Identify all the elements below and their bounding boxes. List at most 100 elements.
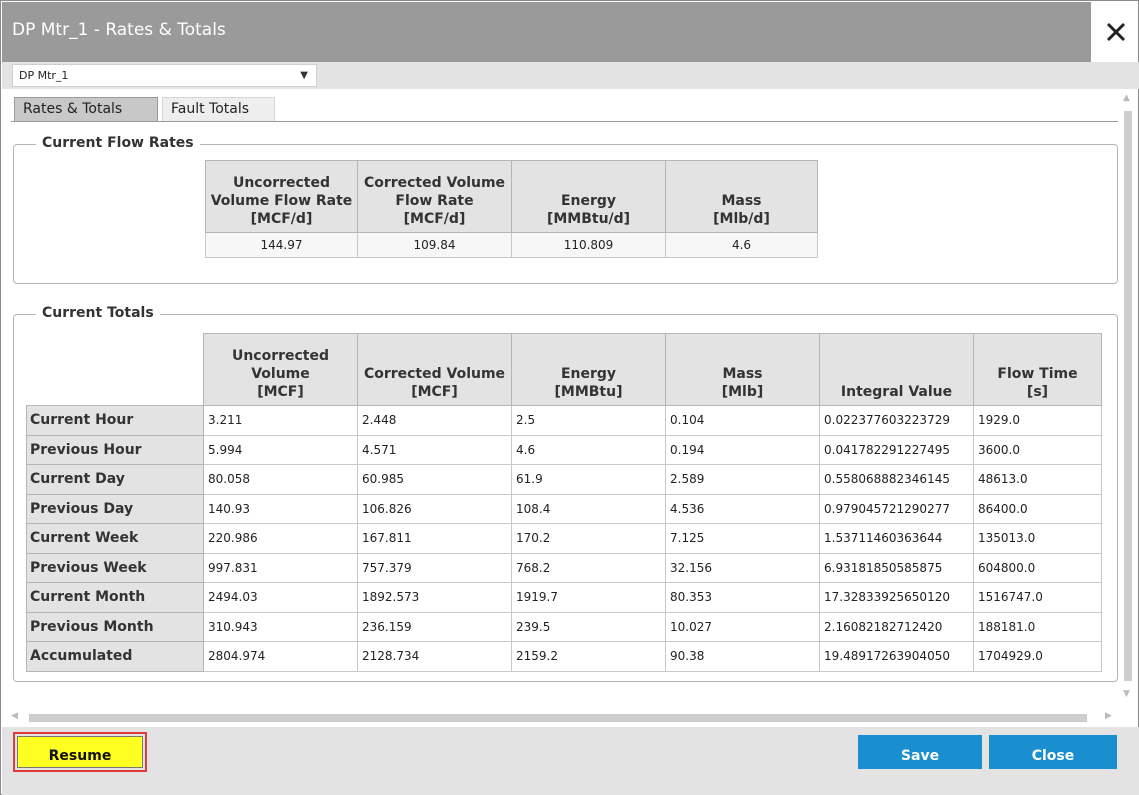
table-row: Previous Week 997.831 757.379 768.2 32.1… xyxy=(26,552,1102,583)
tab-rates-totals[interactable]: Rates & Totals xyxy=(14,97,158,122)
table-cell: 90.38 xyxy=(665,641,820,672)
dialog-footer: Resume Save Close xyxy=(2,727,1139,795)
current-totals-group: Current Totals Uncorrected Volume [MCF] Co… xyxy=(13,305,1118,682)
meter-select-value: DP Mtr_1 xyxy=(19,69,69,82)
flow-column-header: Energy [MMBtu/d] xyxy=(511,160,666,233)
table-cell: 2.5 xyxy=(511,405,666,436)
table-cell: 757.379 xyxy=(357,552,512,583)
totals-corner-cell xyxy=(26,333,204,406)
table-cell: 7.125 xyxy=(665,523,820,554)
table-cell: 86400.0 xyxy=(973,493,1102,524)
table-row: Previous Month 310.943 236.159 239.5 10.… xyxy=(26,611,1102,642)
table-cell: 1.53711460363644 xyxy=(819,523,974,554)
horizontal-scrollbar[interactable]: ◀ ▶ xyxy=(11,711,1121,725)
table-row: Current Month 2494.03 1892.573 1919.7 80… xyxy=(26,582,1102,613)
totals-column-header: Uncorrected Volume [MCF] xyxy=(203,333,358,406)
table-cell: 1704929.0 xyxy=(973,641,1102,672)
table-cell: 1919.7 xyxy=(511,582,666,613)
scroll-up-icon[interactable]: ▲ xyxy=(1123,93,1130,103)
table-cell: 10.027 xyxy=(665,611,820,642)
current-flow-rates-legend: Current Flow Rates xyxy=(36,135,200,151)
row-label: Current Day xyxy=(26,464,204,495)
flow-value-cell: 4.6 xyxy=(665,232,818,258)
resume-highlight: Resume xyxy=(13,732,147,772)
vertical-scroll-thumb[interactable] xyxy=(1124,111,1132,681)
table-cell: 0.558068882346145 xyxy=(819,464,974,495)
current-flow-rates-group: Current Flow Rates Uncorrected Volume Flo… xyxy=(13,135,1118,284)
totals-table: Uncorrected Volume [MCF] Corrected Volume[… xyxy=(26,333,1102,672)
save-button[interactable]: Save xyxy=(858,735,982,769)
table-cell: 0.041782291227495 xyxy=(819,434,974,465)
flow-value-cell: 110.809 xyxy=(511,232,666,258)
totals-column-header: Mass [Mlb] xyxy=(665,333,820,406)
close-icon[interactable] xyxy=(1093,3,1138,61)
totals-column-header: Flow Time [s] xyxy=(973,333,1102,406)
flow-value-cell: 144.97 xyxy=(205,232,358,258)
table-cell: 2.16082182712420 xyxy=(819,611,974,642)
table-cell: 48613.0 xyxy=(973,464,1102,495)
row-label: Current Week xyxy=(26,523,204,554)
table-cell: 2804.974 xyxy=(203,641,358,672)
scroll-left-icon[interactable]: ◀ xyxy=(11,711,18,721)
table-cell: 140.93 xyxy=(203,493,358,524)
table-cell: 6.93181850585875 xyxy=(819,552,974,583)
table-cell: 80.353 xyxy=(665,582,820,613)
row-label: Current Hour xyxy=(26,405,204,436)
tab-divider xyxy=(11,121,1118,122)
row-label: Previous Week xyxy=(26,552,204,583)
table-cell: 167.811 xyxy=(357,523,512,554)
table-cell: 60.985 xyxy=(357,464,512,495)
table-cell: 768.2 xyxy=(511,552,666,583)
table-cell: 0.022377603223729 xyxy=(819,405,974,436)
table-cell: 1929.0 xyxy=(973,405,1102,436)
table-cell: 3600.0 xyxy=(973,434,1102,465)
table-cell: 135013.0 xyxy=(973,523,1102,554)
table-cell: 3.211 xyxy=(203,405,358,436)
flow-column-header: Corrected Volume Flow Rate [MCF/d] xyxy=(357,160,512,233)
table-cell: 5.994 xyxy=(203,434,358,465)
row-label: Accumulated xyxy=(26,641,204,672)
table-cell: 2.589 xyxy=(665,464,820,495)
totals-column-header: Energy [MMBtu] xyxy=(511,333,666,406)
row-label: Previous Hour xyxy=(26,434,204,465)
row-label: Previous Day xyxy=(26,493,204,524)
close-button[interactable]: Close xyxy=(989,735,1117,769)
table-cell: 1892.573 xyxy=(357,582,512,613)
vertical-scrollbar[interactable]: ▲ ▼ xyxy=(1121,93,1135,703)
meter-select[interactable]: DP Mtr_1 ▼ xyxy=(12,64,317,87)
resume-button[interactable]: Resume xyxy=(17,736,143,768)
row-label: Previous Month xyxy=(26,611,204,642)
scroll-down-icon[interactable]: ▼ xyxy=(1123,689,1130,699)
scroll-right-icon[interactable]: ▶ xyxy=(1105,711,1112,721)
table-row: Current Day 80.058 60.985 61.9 2.589 0.5… xyxy=(26,464,1102,495)
totals-body: Current Hour 3.211 2.448 2.5 0.104 0.022… xyxy=(26,405,1102,672)
current-totals-legend: Current Totals xyxy=(36,305,160,321)
window-title: DP Mtr_1 - Rates & Totals xyxy=(12,20,226,40)
table-cell: 80.058 xyxy=(203,464,358,495)
flow-column-header: Mass [Mlb/d] xyxy=(665,160,818,233)
flow-rates-table: Uncorrected Volume Flow Rate [MCF/d] Corre… xyxy=(205,160,818,258)
table-cell: 17.32833925650120 xyxy=(819,582,974,613)
tab-fault-totals[interactable]: Fault Totals xyxy=(162,97,275,122)
table-cell: 0.194 xyxy=(665,434,820,465)
table-cell: 0.979045721290277 xyxy=(819,493,974,524)
dropdown-arrow-icon: ▼ xyxy=(300,70,308,81)
table-cell: 239.5 xyxy=(511,611,666,642)
table-row: Current Hour 3.211 2.448 2.5 0.104 0.022… xyxy=(26,405,1102,436)
flow-column-header: Uncorrected Volume Flow Rate [MCF/d] xyxy=(205,160,358,233)
table-cell: 310.943 xyxy=(203,611,358,642)
table-row: Current Week 220.986 167.811 170.2 7.125… xyxy=(26,523,1102,554)
table-cell: 32.156 xyxy=(665,552,820,583)
table-row: Previous Hour 5.994 4.571 4.6 0.194 0.04… xyxy=(26,434,1102,465)
horizontal-scroll-thumb[interactable] xyxy=(29,714,1087,722)
table-cell: 2.448 xyxy=(357,405,512,436)
table-cell: 188181.0 xyxy=(973,611,1102,642)
rates-totals-dialog: DP Mtr_1 - Rates & Totals DP Mtr_1 ▼ Rat… xyxy=(0,0,1139,795)
table-cell: 4.536 xyxy=(665,493,820,524)
table-cell: 604800.0 xyxy=(973,552,1102,583)
row-label: Current Month xyxy=(26,582,204,613)
close-icon-glyph xyxy=(1106,22,1125,42)
table-cell: 108.4 xyxy=(511,493,666,524)
meter-select-bar: DP Mtr_1 ▼ xyxy=(2,62,1139,89)
table-row: Previous Day 140.93 106.826 108.4 4.536 … xyxy=(26,493,1102,524)
